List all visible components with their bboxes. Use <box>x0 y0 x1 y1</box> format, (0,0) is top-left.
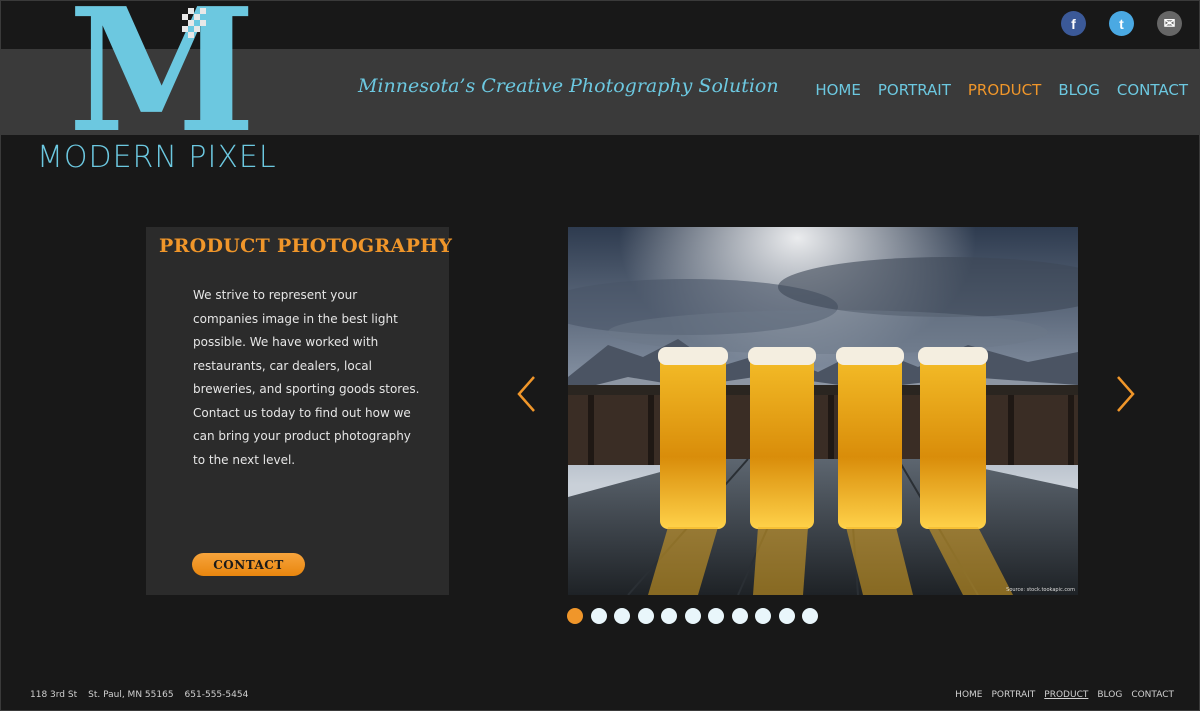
email-icon[interactable]: ✉ <box>1157 11 1182 36</box>
slide-indicators <box>567 608 818 624</box>
page-title: PRODUCT PHOTOGRAPHY <box>159 235 453 257</box>
previous-slide-button[interactable] <box>514 374 538 414</box>
twitter-glyph: t <box>1119 15 1124 32</box>
main-nav: HOME PORTRAIT PRODUCT BLOG CONTACT <box>815 81 1188 99</box>
slide-dot[interactable] <box>802 608 818 624</box>
slide-dot[interactable] <box>731 608 748 624</box>
photo-credit: Source: stock.tookapic.com <box>1006 587 1075 593</box>
footer-nav: HOME PORTRAIT PRODUCT BLOG CONTACT <box>955 690 1174 700</box>
footer-nav-contact[interactable]: CONTACT <box>1131 690 1174 700</box>
contact-button[interactable]: CONTACT <box>192 553 305 576</box>
slide-dot[interactable] <box>755 608 771 624</box>
nav-blog[interactable]: BLOG <box>1058 81 1100 99</box>
nav-contact[interactable]: CONTACT <box>1117 81 1188 99</box>
slide-dot[interactable] <box>567 608 583 624</box>
beer-glasses-photo-icon <box>568 227 1078 595</box>
footer-street: 118 3rd St <box>30 690 78 700</box>
footer-nav-portrait[interactable]: PORTRAIT <box>991 690 1035 700</box>
footer-nav-product[interactable]: PRODUCT <box>1044 690 1088 700</box>
slide-dot[interactable] <box>590 608 607 624</box>
slide-dot[interactable] <box>684 608 701 624</box>
next-slide-button[interactable] <box>1114 374 1138 414</box>
chevron-left-icon <box>517 376 535 412</box>
nav-product[interactable]: PRODUCT <box>968 81 1041 99</box>
slide-dot[interactable] <box>778 608 795 624</box>
footer-city: St. Paul, MN 55165 <box>88 690 174 700</box>
product-card: PRODUCT PHOTOGRAPHY We strive to represe… <box>146 227 453 595</box>
facebook-glyph: f <box>1071 15 1076 32</box>
logo[interactable]: M MODERN PIXEL <box>30 0 276 180</box>
facebook-icon[interactable]: f <box>1061 11 1086 36</box>
nav-home[interactable]: HOME <box>815 81 861 99</box>
tagline: Minnesota’s Creative Photography Solutio… <box>358 75 779 97</box>
logo-letter: M <box>68 0 257 171</box>
social-links: f t ✉ <box>1061 11 1182 36</box>
footer-nav-home[interactable]: HOME <box>955 690 982 700</box>
slideshow-image: Source: stock.tookapic.com <box>568 227 1078 595</box>
slide-dot[interactable] <box>637 608 654 624</box>
product-description: We strive to represent your companies im… <box>193 288 420 467</box>
chevron-right-icon <box>1117 376 1135 412</box>
brand-name: MODERN PIXEL <box>37 140 277 175</box>
slide-dot[interactable] <box>661 608 677 624</box>
footer-nav-blog[interactable]: BLOG <box>1097 690 1122 700</box>
footer-phone: 651-555-5454 <box>184 690 249 700</box>
nav-portrait[interactable]: PORTRAIT <box>878 81 951 99</box>
email-glyph: ✉ <box>1163 15 1176 31</box>
footer-address: 118 3rd St St. Paul, MN 55165 651-555-54… <box>30 690 248 700</box>
slide-dot[interactable] <box>614 608 630 624</box>
twitter-icon[interactable]: t <box>1109 11 1134 36</box>
slide-dot[interactable] <box>708 608 724 624</box>
